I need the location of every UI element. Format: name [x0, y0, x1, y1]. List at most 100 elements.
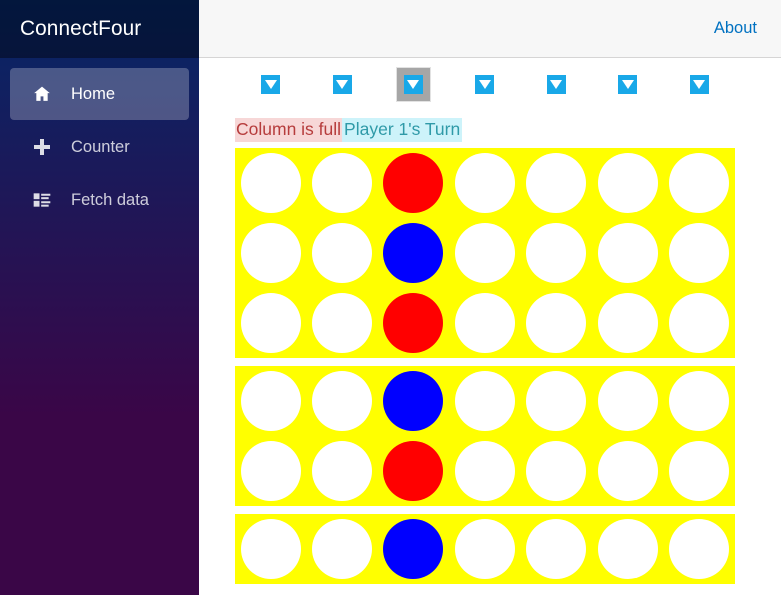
- disc-empty: [526, 223, 587, 283]
- disc-empty: [240, 153, 301, 213]
- disc-empty: [526, 153, 587, 213]
- board-cell[interactable]: [306, 514, 377, 584]
- drop-cell-1: [235, 75, 306, 94]
- board-row: [235, 358, 735, 436]
- board-cell[interactable]: [449, 436, 520, 506]
- board-cell[interactable]: [521, 218, 592, 288]
- disc-empty: [312, 153, 373, 213]
- board-cell[interactable]: [592, 288, 663, 358]
- disc-empty: [669, 153, 730, 213]
- drop-button-column-3[interactable]: [397, 69, 429, 100]
- disc-empty: [669, 519, 730, 579]
- disc-empty: [526, 371, 587, 431]
- disc-empty: [669, 371, 730, 431]
- board-cell[interactable]: [449, 148, 520, 218]
- disc-empty: [597, 223, 658, 283]
- app-brand-title: ConnectFour: [20, 17, 142, 40]
- disc-empty: [240, 519, 301, 579]
- board-row: [235, 218, 735, 288]
- board-cell[interactable]: [378, 288, 449, 358]
- board-row: [235, 506, 735, 584]
- board-cell[interactable]: [592, 218, 663, 288]
- board-cell[interactable]: [521, 514, 592, 584]
- board-cell[interactable]: [592, 436, 663, 506]
- disc-empty: [240, 371, 301, 431]
- board-cell[interactable]: [663, 366, 734, 436]
- board-cell[interactable]: [235, 288, 306, 358]
- board-cell[interactable]: [235, 366, 306, 436]
- disc-empty: [669, 293, 730, 353]
- sidebar-item-counter[interactable]: Counter: [10, 121, 189, 173]
- board-cell[interactable]: [378, 148, 449, 218]
- board-cell[interactable]: [663, 148, 734, 218]
- board-cell[interactable]: [449, 514, 520, 584]
- disc-player1: [383, 293, 444, 353]
- board-cell[interactable]: [306, 148, 377, 218]
- board-cell[interactable]: [663, 436, 734, 506]
- triangle-down-icon: [550, 80, 563, 89]
- top-bar: About: [199, 0, 781, 58]
- drop-cell-5: [521, 75, 592, 94]
- board-cell[interactable]: [521, 436, 592, 506]
- board-cell[interactable]: [663, 218, 734, 288]
- disc-empty: [597, 371, 658, 431]
- disc-empty: [454, 223, 515, 283]
- disc-player2: [383, 371, 444, 431]
- plus-icon: [32, 137, 52, 157]
- drop-button-column-1[interactable]: [261, 75, 281, 94]
- sidebar-item-home[interactable]: Home: [10, 68, 189, 120]
- board-cell[interactable]: [663, 514, 734, 584]
- drop-button-column-5[interactable]: [546, 75, 566, 94]
- drop-cell-2: [306, 75, 377, 94]
- board-cell[interactable]: [521, 148, 592, 218]
- board-cell[interactable]: [521, 366, 592, 436]
- drop-button-column-2[interactable]: [332, 75, 352, 94]
- board-cell[interactable]: [378, 218, 449, 288]
- drop-button-column-7[interactable]: [689, 75, 709, 94]
- disc-empty: [597, 153, 658, 213]
- board-cell[interactable]: [306, 436, 377, 506]
- board-cell[interactable]: [378, 514, 449, 584]
- disc-empty: [454, 441, 515, 501]
- board-cell[interactable]: [235, 218, 306, 288]
- board-cell[interactable]: [306, 218, 377, 288]
- board-cell[interactable]: [306, 366, 377, 436]
- board-cell[interactable]: [378, 366, 449, 436]
- board-cell[interactable]: [378, 436, 449, 506]
- disc-player2: [383, 519, 444, 579]
- drop-cell-4: [449, 75, 520, 94]
- board-row: [235, 148, 735, 218]
- disc-empty: [669, 223, 730, 283]
- disc-empty: [240, 223, 301, 283]
- board-cell[interactable]: [449, 288, 520, 358]
- drop-button-column-4[interactable]: [475, 75, 495, 94]
- board-cell[interactable]: [521, 288, 592, 358]
- sidebar-nav: Home Counter Fetch data: [0, 58, 199, 227]
- board-cell[interactable]: [235, 436, 306, 506]
- board-cell[interactable]: [449, 218, 520, 288]
- board-cell[interactable]: [592, 514, 663, 584]
- drop-cell-3: [378, 69, 449, 100]
- board-cell[interactable]: [235, 148, 306, 218]
- drop-button-row: [235, 69, 735, 100]
- board-cell[interactable]: [449, 366, 520, 436]
- board-cell[interactable]: [592, 148, 663, 218]
- drop-button-column-6[interactable]: [618, 75, 638, 94]
- disc-empty: [240, 441, 301, 501]
- board-cell[interactable]: [663, 288, 734, 358]
- board-cell[interactable]: [592, 366, 663, 436]
- disc-empty: [454, 153, 515, 213]
- disc-empty: [526, 441, 587, 501]
- page-content: Column is full Player 1's Turn: [199, 58, 781, 595]
- disc-empty: [312, 293, 373, 353]
- disc-empty: [312, 519, 373, 579]
- sidebar-item-fetch-data-label: Fetch data: [71, 190, 149, 209]
- disc-empty: [526, 519, 587, 579]
- sidebar-item-fetch-data[interactable]: Fetch data: [10, 174, 189, 226]
- main-area: About Column is full Player 1's Turn: [199, 0, 781, 595]
- triangle-down-icon: [336, 80, 349, 89]
- board-cell[interactable]: [306, 288, 377, 358]
- board-cell[interactable]: [235, 514, 306, 584]
- about-link[interactable]: About: [714, 19, 757, 38]
- list-icon: [32, 190, 52, 210]
